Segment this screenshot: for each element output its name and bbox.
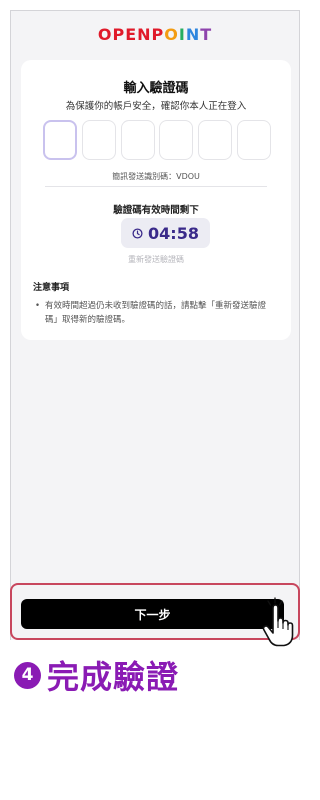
code-digit-6[interactable] bbox=[236, 120, 271, 160]
code-digit-1[interactable] bbox=[43, 120, 77, 160]
notice-text: 有效時間超過仍未收到驗證碼的話，請點擊「重新發送驗證碼」取得新的驗證碼。 bbox=[45, 301, 267, 325]
logo-letter: P bbox=[151, 25, 165, 44]
code-digit-3[interactable] bbox=[120, 120, 155, 160]
logo-letter: N bbox=[185, 25, 201, 44]
logo-letter: P bbox=[112, 25, 126, 44]
code-digit-5[interactable] bbox=[198, 120, 233, 160]
card-title: 輸入驗證碼 bbox=[123, 81, 189, 96]
card-subtitle: 為保護你的帳戶安全，確認你本人正在登入 bbox=[65, 101, 247, 112]
step-indicator: 4 完成驗證 bbox=[14, 653, 179, 697]
countdown-timer: 04:58 bbox=[121, 218, 210, 248]
step-number-badge: 4 bbox=[14, 661, 41, 689]
openpoint-logo: OPENPOINT bbox=[11, 25, 299, 44]
bullet-icon: • bbox=[35, 301, 41, 311]
logo-letter: T bbox=[200, 25, 213, 44]
code-digit-2[interactable] bbox=[81, 120, 116, 160]
logo-letter: N bbox=[137, 25, 152, 44]
logo-letter: O bbox=[97, 25, 113, 44]
verification-card: 輸入驗證碼 為保護你的帳戶安全，確認你本人正在登入 簡訊發送識別碼：VDOU 驗… bbox=[21, 60, 291, 340]
code-digit-4[interactable] bbox=[159, 120, 194, 160]
notice-title: 注意事項 bbox=[33, 283, 70, 293]
logo-letter: O bbox=[164, 25, 179, 44]
logo-letter: E bbox=[125, 25, 138, 44]
timer-value: 04:58 bbox=[148, 223, 199, 243]
code-input-row bbox=[43, 120, 271, 160]
step-label: 完成驗證 bbox=[47, 658, 180, 696]
resend-code-link[interactable]: 重新發送驗證碼 bbox=[21, 254, 291, 265]
divider bbox=[45, 186, 267, 187]
next-button[interactable]: 下一步 bbox=[21, 599, 284, 629]
sms-sent-id: 簡訊發送識別碼：VDOU bbox=[112, 172, 200, 181]
pointing-hand-icon bbox=[262, 597, 294, 647]
timer-label: 驗證碼有效時間剩下 bbox=[113, 205, 199, 216]
notice-item: • 有效時間超過仍未收到驗證碼的話，請點擊「重新發送驗證碼」取得新的驗證碼。 bbox=[35, 299, 279, 327]
phone-screen: OPENPOINT 輸入驗證碼 為保護你的帳戶安全，確認你本人正在登入 簡訊發送… bbox=[10, 10, 300, 640]
clock-icon bbox=[132, 227, 143, 239]
logo-letter: I bbox=[178, 25, 186, 44]
